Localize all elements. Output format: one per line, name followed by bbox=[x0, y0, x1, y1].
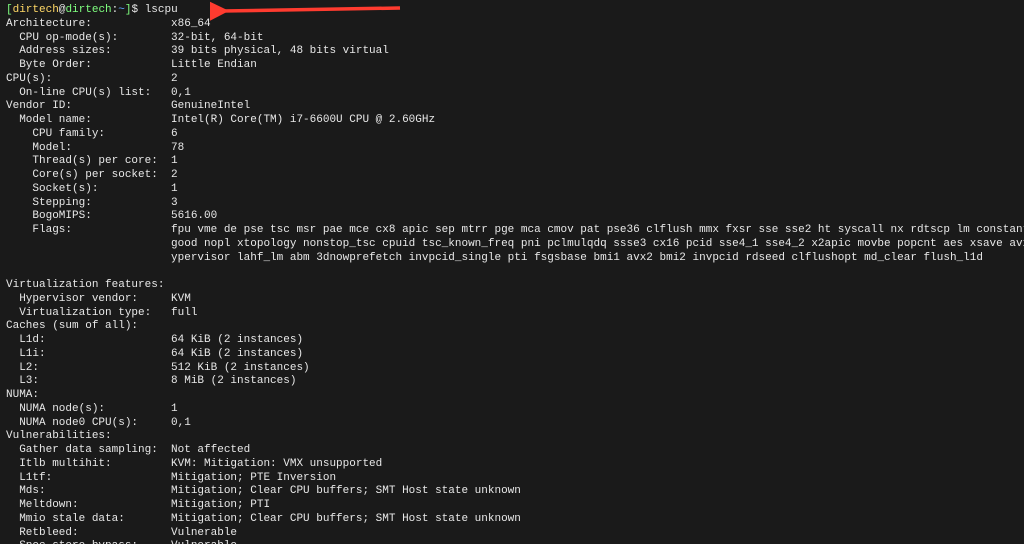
command-text: lscpu bbox=[145, 4, 178, 16]
prompt-line-top: [dirtech@dirtech:~]$ lscpu bbox=[6, 4, 178, 16]
lscpu-output: Architecture: x86_64 CPU op-mode(s): 32-… bbox=[6, 18, 1024, 544]
terminal-output[interactable]: [dirtech@dirtech:~]$ lscpu Architecture:… bbox=[0, 0, 1024, 544]
